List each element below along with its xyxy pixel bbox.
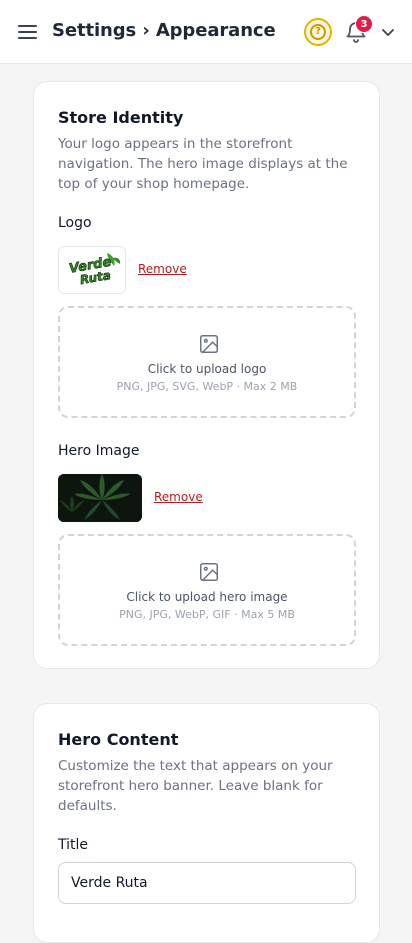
hero-image-upload-dropzone[interactable]: Click to upload hero image PNG, JPG, Web… [58,534,356,646]
logo-preview: Verde Ruta [58,246,126,294]
remove-hero-image-link[interactable]: Remove [154,490,203,504]
hero-content-title: Hero Content [58,730,179,749]
top-bar: Settings › Appearance ? 3 [0,0,412,64]
hero-leaf-image [58,474,142,522]
logo-label: Logo [58,215,92,231]
logo-upload-dropzone[interactable]: Click to upload logo PNG, JPG, SVG, WebP… [58,306,356,418]
hamburger-menu-icon[interactable] [18,24,38,40]
notification-count-badge: 3 [355,15,373,33]
help-button[interactable]: ? [304,18,332,46]
hero-image-upload-hint: PNG, JPG, WebP, GIF · Max 5 MB [119,608,295,621]
logo-upload-label: Click to upload logo [147,362,267,376]
brand-logo-image: Verde Ruta [68,253,121,287]
hero-title-input[interactable] [58,862,356,904]
hero-image-preview [58,474,142,522]
chevron-down-icon [382,29,394,36]
help-circle-icon: ? [310,24,326,40]
store-identity-card: Store Identity Your logo appears in the … [33,81,380,669]
hero-image-label: Hero Image [58,443,140,459]
page-title: Settings › Appearance [52,20,276,41]
store-identity-description: Your logo appears in the storefront navi… [58,136,348,192]
image-icon [200,563,218,581]
logo-upload-hint: PNG, JPG, SVG, WebP · Max 2 MB [116,380,298,393]
store-identity-title: Store Identity [58,108,184,127]
title-field-label: Title [58,837,89,853]
hero-content-description: Customize the text that appears on your … [58,758,333,814]
hero-image-upload-label: Click to upload hero image [126,590,288,604]
remove-logo-link[interactable]: Remove [138,262,187,276]
hero-content-card: Hero Content Customize the text that app… [33,703,380,943]
account-menu-toggle[interactable] [380,25,396,39]
image-icon [200,335,218,353]
